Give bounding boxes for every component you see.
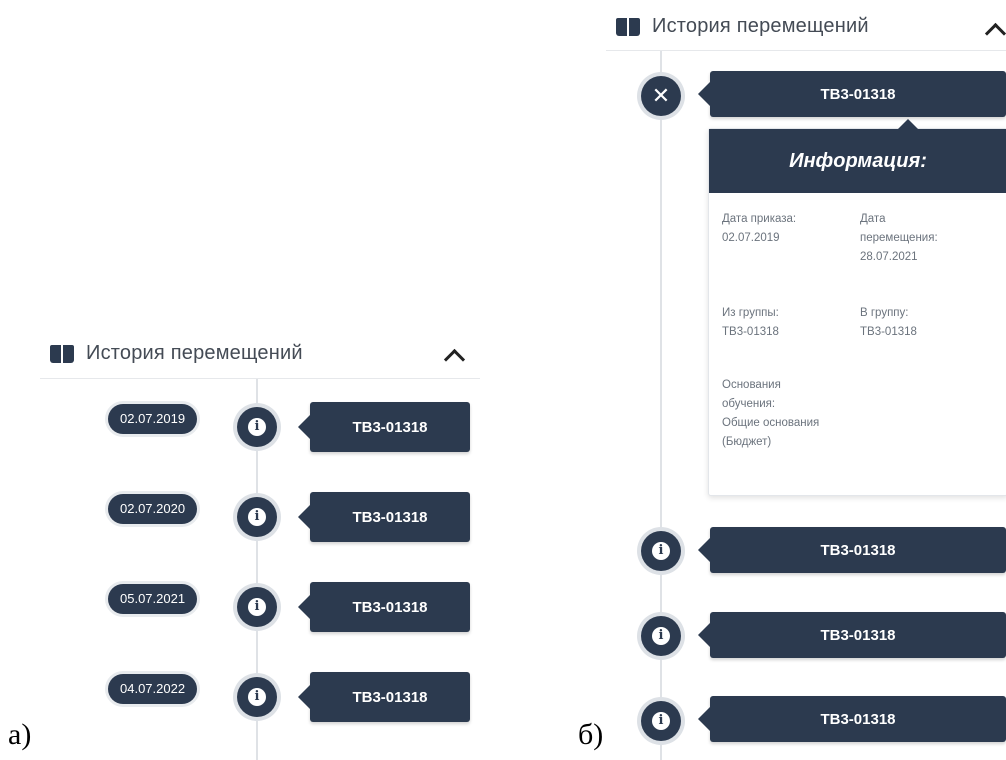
info-icon: i	[652, 542, 670, 560]
group-tag[interactable]: ТВ3-01318	[698, 527, 1006, 573]
order-date-label: Дата приказа:	[722, 213, 797, 225]
date-pill: 05.07.2021	[108, 584, 198, 614]
info-button[interactable]: i	[641, 616, 681, 656]
to-group-value: ТВ3-01318	[860, 326, 917, 338]
chevron-up-icon[interactable]	[984, 22, 1006, 45]
info-icon: i	[248, 508, 266, 526]
close-button[interactable]: ✕	[641, 76, 681, 116]
move-date-label: перемещения:	[860, 232, 938, 244]
group-tag[interactable]: ТВ3-01318	[298, 582, 470, 632]
close-icon: ✕	[651, 83, 671, 108]
info-button[interactable]: i	[237, 587, 277, 627]
date-pill: 04.07.2022	[108, 674, 198, 704]
info-card-title: Информация:	[709, 129, 1006, 193]
group-tag[interactable]: ТВ3-01318	[698, 696, 1006, 742]
from-group-field: Из группы: ТВ3-01318	[722, 304, 779, 342]
date-pill: 02.07.2020	[108, 494, 198, 524]
date-pill: 02.07.2019	[108, 404, 198, 434]
info-icon: i	[652, 712, 670, 730]
group-tag[interactable]: ТВ3-01318	[298, 672, 470, 722]
info-icon: i	[248, 688, 266, 706]
order-date-value: 02.07.2019	[722, 232, 780, 244]
panel-a-title: История перемещений	[86, 342, 303, 364]
info-icon: i	[248, 598, 266, 616]
panel-b-title: История перемещений	[652, 15, 869, 37]
basis-value: Общие основания	[722, 417, 820, 429]
to-group-field: В группу: ТВ3-01318	[860, 304, 917, 342]
move-date-value: 28.07.2021	[860, 251, 918, 263]
chevron-up-icon[interactable]	[443, 348, 466, 371]
header-divider	[40, 378, 480, 379]
basis-value: (Бюджет)	[722, 436, 772, 448]
info-button[interactable]: i	[237, 677, 277, 717]
order-date-field: Дата приказа: 02.07.2019	[722, 210, 796, 248]
move-date-label: Дата	[860, 213, 886, 225]
to-group-label: В группу:	[860, 307, 909, 319]
basis-field: Основания обучения: Общие основания (Бюд…	[722, 376, 819, 452]
caption-a: а)	[8, 718, 32, 751]
group-tag-open[interactable]: ТВ3-01318	[698, 71, 1006, 117]
group-tag[interactable]: ТВ3-01318	[298, 402, 470, 452]
info-icon: i	[652, 627, 670, 645]
from-group-value: ТВ3-01318	[722, 326, 779, 338]
panel-b-header: История перемещений	[616, 15, 869, 38]
group-tag[interactable]: ТВ3-01318	[698, 612, 1006, 658]
move-date-field: Дата перемещения: 28.07.2021	[860, 210, 938, 267]
header-divider	[606, 50, 1006, 51]
book-icon	[50, 344, 74, 363]
from-group-label: Из группы:	[722, 307, 779, 319]
basis-label: обучения:	[722, 398, 776, 410]
card-notch	[898, 119, 918, 129]
info-button[interactable]: i	[641, 531, 681, 571]
basis-label: Основания	[722, 379, 781, 391]
info-button[interactable]: i	[641, 701, 681, 741]
caption-b: б)	[578, 718, 604, 751]
panel-a-header: История перемещений	[50, 342, 303, 365]
info-icon: i	[248, 418, 266, 436]
group-tag[interactable]: ТВ3-01318	[298, 492, 470, 542]
info-button[interactable]: i	[237, 407, 277, 447]
info-button[interactable]: i	[237, 497, 277, 537]
book-icon	[616, 17, 640, 36]
